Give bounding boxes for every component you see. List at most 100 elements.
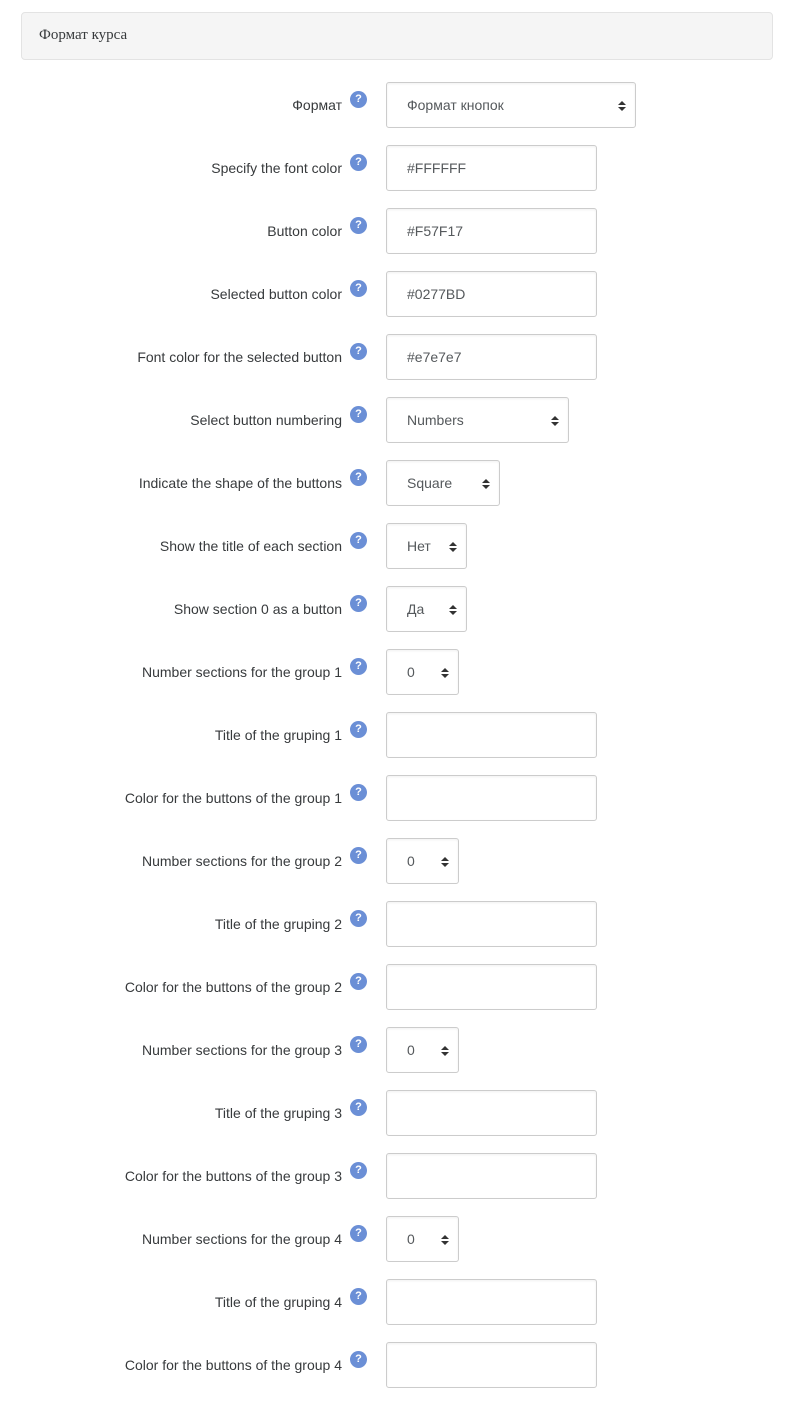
input-color-for-the-buttons-of-the-group-1[interactable] <box>386 775 597 821</box>
field-value: #FFFFFF <box>407 160 467 176</box>
field-value: 0 <box>407 664 415 680</box>
select-arrows-icon <box>449 605 457 615</box>
field-label: Show the title of each section <box>159 538 342 554</box>
field-value: 0 <box>407 853 415 869</box>
form-row: Title of the gruping 2? <box>0 901 793 947</box>
field-label: Color for the buttons of the group 3 <box>124 1168 342 1184</box>
select-arrows-icon <box>618 101 626 111</box>
field-label: Color for the buttons of the group 1 <box>124 790 342 806</box>
form-row: Title of the gruping 1? <box>0 712 793 758</box>
select-arrows-icon <box>482 479 490 489</box>
input-font-color-for-the-selected-button[interactable]: #e7e7e7 <box>386 334 597 380</box>
help-icon[interactable]: ? <box>350 1225 367 1242</box>
help-icon[interactable]: ? <box>350 595 367 612</box>
form-row: Select button numbering? Numbers <box>0 397 793 443</box>
input-title-of-the-gruping-3[interactable] <box>386 1090 597 1136</box>
help-icon[interactable]: ? <box>350 217 367 234</box>
section-header: Формат курса <box>21 12 773 60</box>
help-icon[interactable]: ? <box>350 721 367 738</box>
field-label: Формат <box>292 97 342 113</box>
select-arrows-icon <box>441 668 449 678</box>
form-row: Color for the buttons of the group 3? <box>0 1153 793 1199</box>
field-label: Title of the gruping 4 <box>214 1294 342 1310</box>
input-button-color[interactable]: #F57F17 <box>386 208 597 254</box>
input-color-for-the-buttons-of-the-group-2[interactable] <box>386 964 597 1010</box>
field-value: #0277BD <box>407 286 466 302</box>
form-row: Button color? #F57F17 <box>0 208 793 254</box>
help-icon[interactable]: ? <box>350 343 367 360</box>
field-value: #F57F17 <box>407 223 464 239</box>
form-row: Color for the buttons of the group 4? <box>0 1342 793 1388</box>
help-icon[interactable]: ? <box>350 469 367 486</box>
select-arrows-icon <box>441 1046 449 1056</box>
help-icon[interactable]: ? <box>350 1099 367 1116</box>
field-label: Number sections for the group 2 <box>142 853 342 869</box>
field-label: Number sections for the group 4 <box>142 1231 342 1247</box>
form-row: Indicate the shape of the buttons? Square <box>0 460 793 506</box>
field-label: Title of the gruping 1 <box>214 727 342 743</box>
help-icon[interactable]: ? <box>350 658 367 675</box>
help-icon[interactable]: ? <box>350 1036 367 1053</box>
input-specify-the-font-color[interactable]: #FFFFFF <box>386 145 597 191</box>
field-label: Show section 0 as a button <box>173 601 342 617</box>
form-row: Title of the gruping 4? <box>0 1279 793 1325</box>
field-label: Font color for the selected button <box>137 349 342 365</box>
select-arrows-icon <box>441 857 449 867</box>
help-icon[interactable]: ? <box>350 406 367 423</box>
field-label: Number sections for the group 3 <box>142 1042 342 1058</box>
input-color-for-the-buttons-of-the-group-4[interactable] <box>386 1342 597 1388</box>
input-title-of-the-gruping-1[interactable] <box>386 712 597 758</box>
form-row: Number sections for the group 4? 0 <box>0 1216 793 1262</box>
select-show-the-title-of-each-section[interactable]: Нет <box>386 523 467 569</box>
help-icon[interactable]: ? <box>350 910 367 927</box>
form-row: Color for the buttons of the group 2? <box>0 964 793 1010</box>
field-label: Button color <box>267 223 342 239</box>
help-icon[interactable]: ? <box>350 973 367 990</box>
field-label: Selected button color <box>210 286 342 302</box>
field-label: Title of the gruping 3 <box>214 1105 342 1121</box>
select-number-sections-for-the-group-4[interactable]: 0 <box>386 1216 459 1262</box>
help-icon[interactable]: ? <box>350 784 367 801</box>
form-row: Show section 0 as a button? Да <box>0 586 793 632</box>
help-icon[interactable]: ? <box>350 91 367 108</box>
field-label: Number sections for the group 1 <box>142 664 342 680</box>
field-label: Color for the buttons of the group 4 <box>124 1357 342 1373</box>
input-selected-button-color[interactable]: #0277BD <box>386 271 597 317</box>
field-label: Select button numbering <box>190 412 342 428</box>
field-value: 0 <box>407 1231 415 1247</box>
help-icon[interactable]: ? <box>350 1162 367 1179</box>
select-формат[interactable]: Формат кнопок <box>386 82 636 128</box>
form-row: Show the title of each section? Нет <box>0 523 793 569</box>
field-label: Specify the font color <box>211 160 342 176</box>
section-title: Формат курса <box>39 27 128 43</box>
field-label: Indicate the shape of the buttons <box>138 475 342 491</box>
help-icon[interactable]: ? <box>350 847 367 864</box>
input-title-of-the-gruping-2[interactable] <box>386 901 597 947</box>
form-row: Color for the buttons of the group 1? <box>0 775 793 821</box>
form-row: Selected button color? #0277BD <box>0 271 793 317</box>
help-icon[interactable]: ? <box>350 280 367 297</box>
field-value: #e7e7e7 <box>407 349 462 365</box>
field-value: Numbers <box>407 412 464 428</box>
form-row: Title of the gruping 3? <box>0 1090 793 1136</box>
field-label: Color for the buttons of the group 2 <box>124 979 342 995</box>
select-number-sections-for-the-group-3[interactable]: 0 <box>386 1027 459 1073</box>
form-row: Number sections for the group 2? 0 <box>0 838 793 884</box>
help-icon[interactable]: ? <box>350 154 367 171</box>
input-color-for-the-buttons-of-the-group-3[interactable] <box>386 1153 597 1199</box>
form-row: Font color for the selected button? #e7e7… <box>0 334 793 380</box>
select-arrows-icon <box>449 542 457 552</box>
select-arrows-icon <box>551 416 559 426</box>
select-show-section-0-as-a-button[interactable]: Да <box>386 586 467 632</box>
select-number-sections-for-the-group-1[interactable]: 0 <box>386 649 459 695</box>
input-title-of-the-gruping-4[interactable] <box>386 1279 597 1325</box>
help-icon[interactable]: ? <box>350 1288 367 1305</box>
help-icon[interactable]: ? <box>350 1351 367 1368</box>
select-indicate-the-shape-of-the-buttons[interactable]: Square <box>386 460 500 506</box>
form-row: Specify the font color? #FFFFFF <box>0 145 793 191</box>
field-value: Square <box>407 475 453 491</box>
help-icon[interactable]: ? <box>350 532 367 549</box>
field-value: Формат кнопок <box>407 97 504 113</box>
select-select-button-numbering[interactable]: Numbers <box>386 397 569 443</box>
select-number-sections-for-the-group-2[interactable]: 0 <box>386 838 459 884</box>
